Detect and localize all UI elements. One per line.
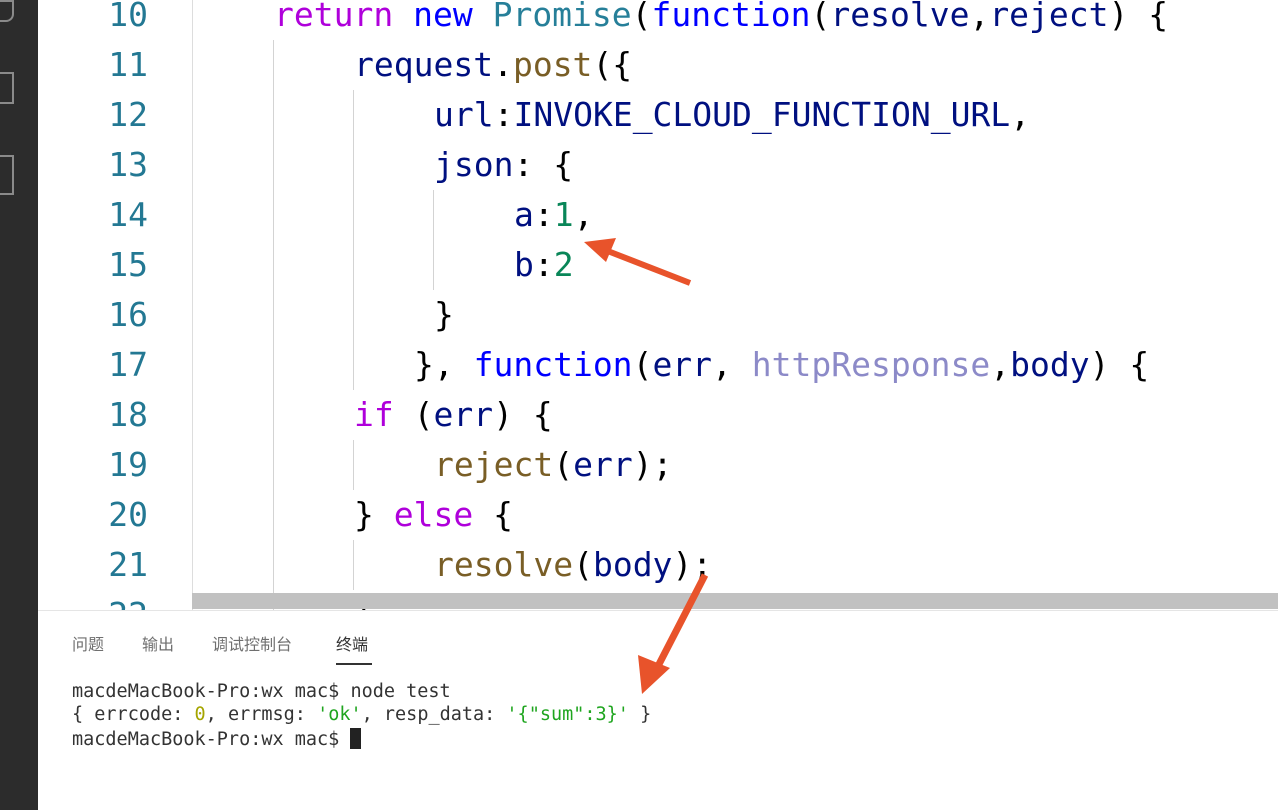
annotation-arrowhead-2 [638,655,670,694]
annotation-layer [584,238,709,694]
annotation-arrow-1 [598,245,692,286]
annotation-arrow-2 [651,573,709,674]
